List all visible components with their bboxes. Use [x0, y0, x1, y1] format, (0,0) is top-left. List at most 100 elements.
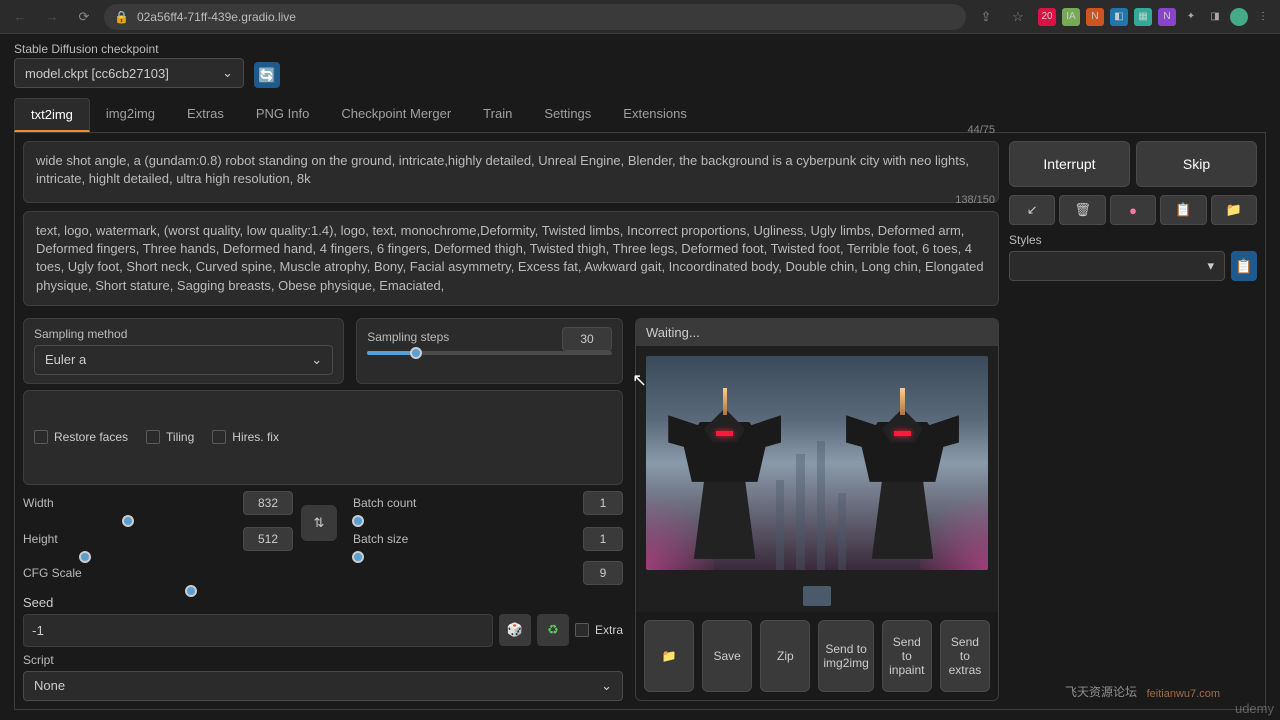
thumbnail-row	[636, 580, 998, 612]
checkbox-row: Restore faces Tiling Hires. fix	[23, 390, 623, 485]
batch-count-input[interactable]	[583, 491, 623, 515]
output-panel: Waiting... ✕	[635, 318, 999, 701]
cfg-group: CFG Scale	[23, 561, 623, 589]
puzzle-icon[interactable]: ✦	[1182, 8, 1200, 26]
random-seed-button[interactable]: 🎲	[499, 614, 531, 646]
prompt-box[interactable]: wide shot angle, a (gundam:0.8) robot st…	[23, 141, 999, 203]
width-input[interactable]	[243, 491, 293, 515]
open-folder-button[interactable]: 📁	[644, 620, 694, 692]
extension-icons: 20 IA N ◧ ▦ N ✦ ◨ ⋮	[1038, 8, 1272, 26]
tab-extensions[interactable]: Extensions	[607, 98, 703, 132]
palette-icon[interactable]: ●	[1110, 195, 1156, 225]
send-img2img-button[interactable]: Send to img2img	[818, 620, 873, 692]
chevron-down-icon: ▾	[1207, 258, 1214, 274]
panel-icon[interactable]: ◨	[1206, 8, 1224, 26]
share-icon[interactable]: ⇪	[974, 5, 998, 29]
restore-faces-checkbox[interactable]: Restore faces	[34, 399, 128, 476]
checkpoint-dropdown[interactable]: model.ckpt [cc6cb27103] ⌄	[14, 58, 244, 88]
skip-button[interactable]: Skip	[1136, 141, 1257, 187]
refresh-checkpoint-button[interactable]: 🔄	[254, 62, 280, 88]
forward-button[interactable]: →	[40, 5, 64, 29]
seed-extra-checkbox[interactable]: Extra	[575, 623, 623, 637]
batch-size-input[interactable]	[583, 527, 623, 551]
hires-fix-checkbox[interactable]: Hires. fix	[212, 399, 279, 476]
checkpoint-label: Stable Diffusion checkpoint	[14, 42, 244, 56]
checkpoint-selector: Stable Diffusion checkpoint model.ckpt […	[14, 42, 244, 88]
url-text: 02a56ff4-71ff-439e.gradio.live	[137, 10, 296, 24]
batch-count-group: Batch count	[353, 491, 623, 519]
cfg-input[interactable]	[583, 561, 623, 585]
profile-icon[interactable]	[1230, 8, 1248, 26]
browser-bar: ← → ⟳ 🔒 02a56ff4-71ff-439e.gradio.live ⇪…	[0, 0, 1280, 34]
width-group: Width	[23, 491, 293, 519]
save-button[interactable]: Save	[702, 620, 752, 692]
clipboard-icon[interactable]: 📋	[1160, 195, 1206, 225]
menu-dots-icon[interactable]: ⋮	[1254, 8, 1272, 26]
height-label: Height	[23, 532, 58, 546]
prompt-text[interactable]: wide shot angle, a (gundam:0.8) robot st…	[36, 152, 986, 192]
ext-icon-5[interactable]: ▦	[1134, 8, 1152, 26]
sampling-method-dropdown[interactable]: Euler a ⌄	[34, 345, 333, 375]
styles-dropdown[interactable]: ▾	[1009, 251, 1225, 281]
send-extras-button[interactable]: Send to extras	[940, 620, 990, 692]
height-input[interactable]	[243, 527, 293, 551]
width-label: Width	[23, 496, 54, 510]
negative-prompt-box[interactable]: text, logo, watermark, (worst quality, l…	[23, 211, 999, 306]
height-group: Height	[23, 527, 293, 555]
script-group: Script None ⌄	[23, 653, 623, 701]
back-button[interactable]: ←	[8, 5, 32, 29]
tiling-checkbox[interactable]: Tiling	[146, 399, 194, 476]
trash-icon[interactable]: 🗑	[1059, 195, 1105, 225]
sampling-steps-block: Sampling steps	[356, 318, 623, 384]
apply-style-button[interactable]: 📋	[1231, 251, 1257, 281]
batch-count-label: Batch count	[353, 496, 416, 510]
sampling-method-label: Sampling method	[34, 327, 333, 341]
cfg-label: CFG Scale	[23, 566, 82, 580]
batch-size-label: Batch size	[353, 532, 408, 546]
sampling-steps-input[interactable]	[562, 327, 612, 351]
main-tabs: txt2img img2img Extras PNG Info Checkpoi…	[14, 98, 1266, 133]
styles-label: Styles	[1009, 233, 1225, 247]
tab-img2img[interactable]: img2img	[90, 98, 171, 132]
script-label: Script	[23, 653, 623, 667]
output-status: Waiting...	[636, 319, 998, 346]
neg-prompt-token-count: 138/150	[955, 194, 995, 206]
seed-input[interactable]	[23, 614, 493, 647]
tab-pnginfo[interactable]: PNG Info	[240, 98, 325, 132]
url-bar[interactable]: 🔒 02a56ff4-71ff-439e.gradio.live	[104, 4, 966, 30]
sampling-steps-slider[interactable]	[367, 351, 612, 355]
prompt-token-count: 44/75	[967, 124, 995, 136]
output-image-area: ✕	[636, 346, 998, 580]
star-icon[interactable]: ☆	[1006, 5, 1030, 29]
arrow-icon[interactable]: ↙	[1009, 195, 1055, 225]
watermark-cn: 飞天资源论坛	[1065, 683, 1137, 700]
send-inpaint-button[interactable]: Send to inpaint	[882, 620, 932, 692]
ext-icon-4[interactable]: ◧	[1110, 8, 1128, 26]
folder-icon[interactable]: 📁	[1211, 195, 1257, 225]
tab-settings[interactable]: Settings	[528, 98, 607, 132]
ext-icon-3[interactable]: N	[1086, 8, 1104, 26]
recycle-seed-button[interactable]: ♻	[537, 614, 569, 646]
tab-train[interactable]: Train	[467, 98, 528, 132]
seed-label: Seed	[23, 595, 623, 610]
swap-dimensions-button[interactable]: ⇅	[301, 505, 337, 541]
reload-button[interactable]: ⟳	[72, 5, 96, 29]
ext-icon-6[interactable]: N	[1158, 8, 1176, 26]
watermark-url: feitianwu7.com	[1147, 688, 1220, 700]
sampling-method-block: Sampling method Euler a ⌄	[23, 318, 344, 384]
ext-icon-2[interactable]: IA	[1062, 8, 1080, 26]
preview-image[interactable]	[646, 356, 988, 570]
chevron-down-icon: ⌄	[311, 352, 322, 368]
tab-checkpoint-merger[interactable]: Checkpoint Merger	[325, 98, 467, 132]
thumbnail[interactable]	[803, 586, 831, 606]
tab-txt2img[interactable]: txt2img	[14, 98, 90, 132]
interrupt-button[interactable]: Interrupt	[1009, 141, 1130, 187]
ext-icon-1[interactable]: 20	[1038, 8, 1056, 26]
chevron-down-icon: ⌄	[222, 65, 233, 81]
sampling-steps-label: Sampling steps	[367, 330, 449, 344]
script-dropdown[interactable]: None ⌄	[23, 671, 623, 701]
batch-size-group: Batch size	[353, 527, 623, 555]
negative-prompt-text[interactable]: text, logo, watermark, (worst quality, l…	[36, 222, 986, 295]
tab-extras[interactable]: Extras	[171, 98, 240, 132]
zip-button[interactable]: Zip	[760, 620, 810, 692]
